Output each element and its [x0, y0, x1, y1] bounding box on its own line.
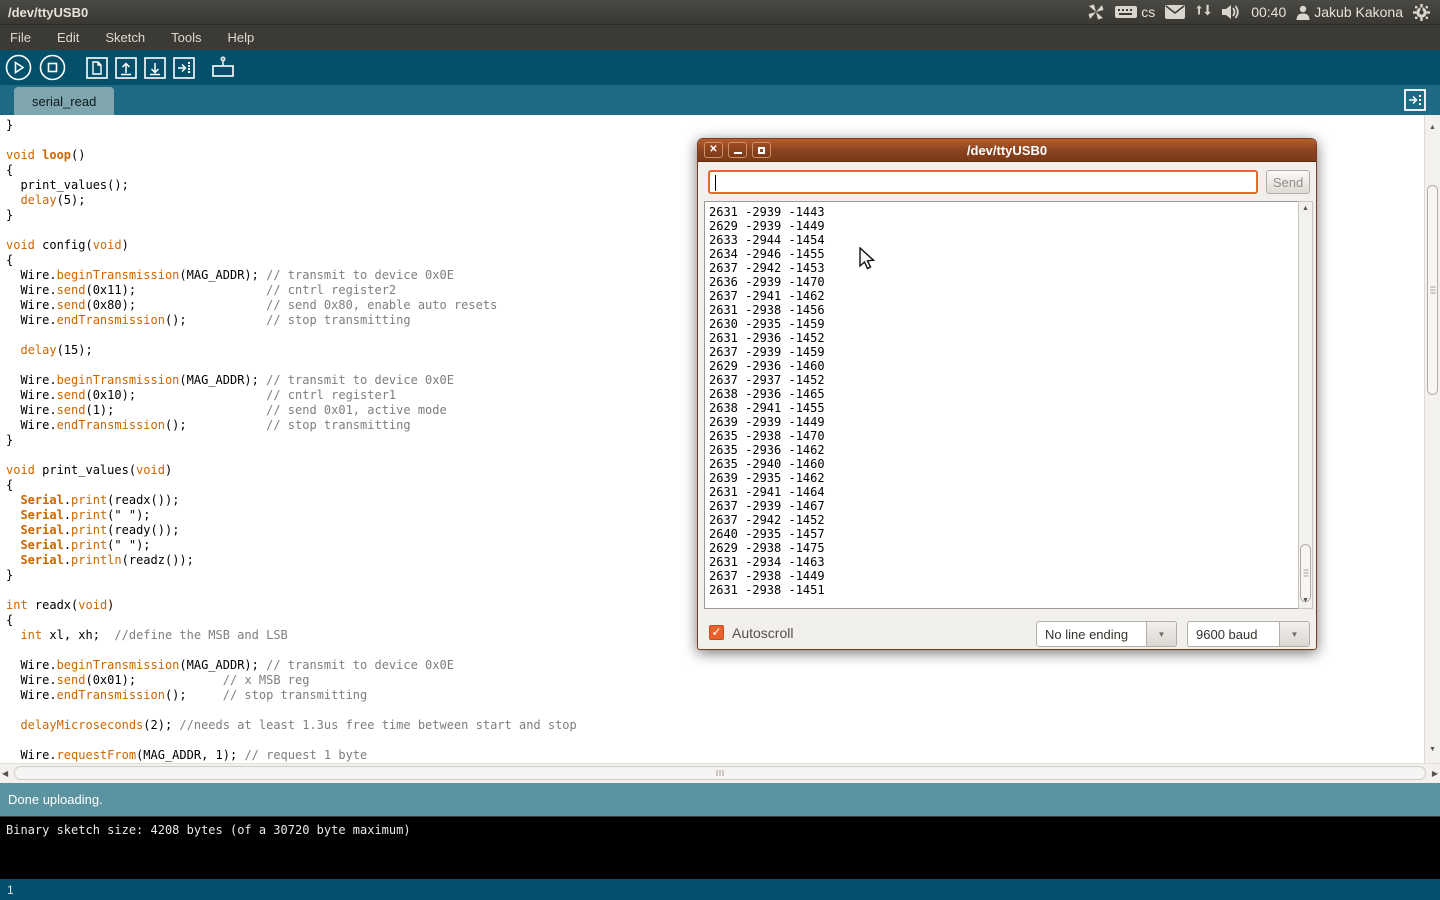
serial-vscroll-thumb[interactable] [1300, 544, 1311, 602]
close-button[interactable]: ✕ [704, 142, 723, 158]
serial-output-text: 2631 -2939 -1443 2629 -2939 -1449 2633 -… [705, 202, 1298, 597]
maximize-icon [758, 147, 765, 154]
stop-button[interactable] [39, 54, 66, 81]
minimize-button[interactable] [728, 142, 747, 158]
menu-tools[interactable]: Tools [171, 30, 201, 45]
menu-edit[interactable]: Edit [57, 30, 79, 45]
tab-serial-read[interactable]: serial_read [14, 87, 114, 115]
autoscroll-checkbox[interactable]: ✓ [709, 625, 724, 640]
save-down-arrow-icon [150, 63, 160, 75]
username-label: Jakub Kakona [1314, 4, 1403, 20]
new-file-icon [93, 62, 101, 74]
serial-vscrollbar[interactable]: ▲ ▼ [1298, 201, 1313, 609]
line-number-indicator: 1 [7, 883, 14, 897]
editor-tabbar: serial_read [0, 85, 1440, 115]
menu-sketch[interactable]: Sketch [105, 30, 145, 45]
line-ending-value: No line ending [1037, 622, 1146, 646]
editor-hscroll-thumb[interactable] [14, 766, 1426, 780]
ide-footer: 1 [0, 879, 1440, 900]
send-button[interactable]: Send [1266, 170, 1310, 194]
upload-right-arrow-icon [178, 64, 186, 71]
network-sync-icon[interactable] [1195, 4, 1211, 20]
focused-window-title: /dev/ttyUSB0 [0, 5, 88, 20]
new-sketch-button[interactable] [86, 57, 108, 79]
serial-monitor-window: ✕ /dev/ttyUSB0 Send 2631 -2939 -1443 262… [697, 138, 1317, 650]
upload-button[interactable] [173, 57, 195, 79]
scroll-left-icon[interactable]: ◀ [2, 769, 8, 778]
menu-help[interactable]: Help [227, 30, 254, 45]
window-buttons: ✕ [704, 142, 771, 158]
baud-rate-dropdown[interactable]: 9600 baud ▼ [1187, 621, 1310, 647]
tab-menu-arrow-icon [1409, 97, 1417, 104]
keyboard-layout-label: cs [1141, 4, 1155, 20]
status-message: Done uploading. [8, 792, 103, 807]
editor-vscrollbar[interactable]: ▲ ▼ [1424, 115, 1440, 763]
tab-label: serial_read [32, 94, 96, 109]
serial-monitor-icon [213, 66, 233, 76]
serial-send-input[interactable] [708, 170, 1258, 194]
serial-window-title: /dev/ttyUSB0 [967, 143, 1047, 158]
scroll-up-icon[interactable]: ▲ [1299, 204, 1312, 214]
scroll-right-icon[interactable]: ▶ [1432, 769, 1438, 778]
verify-button[interactable] [5, 54, 32, 81]
autoscroll-label: Autoscroll [732, 625, 793, 641]
scroll-down-icon[interactable]: ▼ [1425, 745, 1440, 755]
ide-console: Binary sketch size: 4208 bytes (of a 307… [0, 816, 1440, 879]
system-tray: cs 00:40 Jakub Kakona [1087, 3, 1440, 21]
desktop: /dev/ttyUSB0 cs 00:40 Jakub Kakona [0, 0, 1440, 900]
open-sketch-button[interactable] [115, 57, 137, 79]
menu-file[interactable]: File [10, 30, 31, 45]
chevron-down-icon[interactable]: ▼ [1279, 622, 1309, 646]
ide-status-bar: Done uploading. [0, 783, 1440, 816]
play-icon [16, 63, 24, 73]
editor-hscrollbar[interactable]: ◀ ▶ [0, 763, 1440, 783]
volume-icon[interactable] [1221, 4, 1241, 20]
send-button-label: Send [1273, 175, 1303, 190]
open-up-arrow-icon [121, 63, 131, 74]
minimize-icon [734, 152, 742, 154]
user-menu[interactable]: Jakub Kakona [1296, 4, 1403, 20]
save-sketch-button[interactable] [144, 57, 166, 79]
baud-rate-value: 9600 baud [1188, 622, 1279, 646]
ide-menubar: File Edit Sketch Tools Help [0, 25, 1440, 50]
pinwheel-indicator-icon[interactable] [1087, 3, 1105, 21]
stop-icon [49, 64, 57, 72]
chevron-down-icon[interactable]: ▼ [1146, 622, 1176, 646]
serial-bottom-bar: ✓ Autoscroll No line ending ▼ 9600 baud … [698, 619, 1316, 651]
scroll-down-icon[interactable]: ▼ [1299, 596, 1312, 606]
console-line: Binary sketch size: 4208 bytes (of a 307… [6, 823, 411, 837]
desktop-top-panel: /dev/ttyUSB0 cs 00:40 Jakub Kakona [0, 0, 1440, 25]
keyboard-layout-indicator[interactable]: cs [1115, 4, 1155, 20]
scroll-up-icon[interactable]: ▲ [1425, 123, 1440, 133]
serial-monitor-button[interactable] [210, 56, 236, 80]
text-caret [715, 175, 716, 191]
ide-toolbar [0, 50, 1440, 85]
keyboard-icon [1115, 5, 1137, 19]
line-ending-dropdown[interactable]: No line ending ▼ [1036, 621, 1177, 647]
clock[interactable]: 00:40 [1251, 4, 1286, 20]
maximize-button[interactable] [752, 142, 771, 158]
serial-output-pane[interactable]: 2631 -2939 -1443 2629 -2939 -1449 2633 -… [704, 201, 1299, 609]
tab-menu-button[interactable] [1404, 89, 1426, 111]
session-gear-icon[interactable] [1413, 4, 1430, 21]
user-icon [1296, 5, 1310, 20]
editor-vscroll-thumb[interactable] [1427, 185, 1438, 395]
mail-icon[interactable] [1165, 5, 1185, 19]
serial-window-titlebar[interactable]: ✕ /dev/ttyUSB0 [698, 139, 1316, 162]
